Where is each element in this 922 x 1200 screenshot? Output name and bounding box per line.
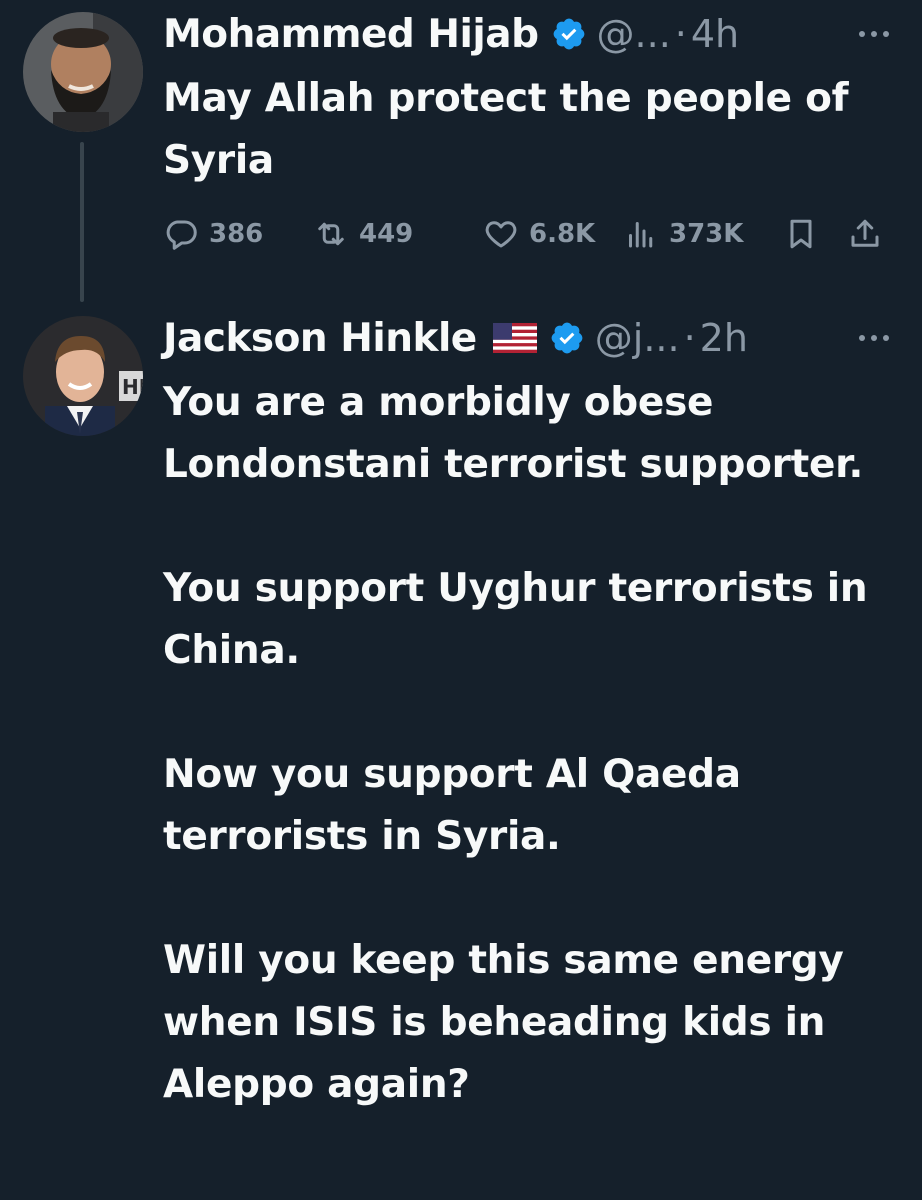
more-dots-icon[interactable] bbox=[854, 328, 894, 348]
tweet-paragraph: Will you keep this same energy when ISIS… bbox=[163, 938, 844, 1107]
retweet-count: 449 bbox=[359, 219, 414, 249]
timestamp[interactable]: 2h bbox=[700, 316, 748, 360]
avatar[interactable] bbox=[23, 12, 143, 132]
bookmark-button[interactable] bbox=[783, 216, 847, 252]
views-button[interactable]: 373K bbox=[623, 216, 783, 252]
tweet-paragraph: May Allah protect the people of Syria bbox=[163, 76, 849, 183]
user-handle[interactable]: @... bbox=[597, 12, 671, 56]
like-count: 6.8K bbox=[529, 219, 596, 249]
verified-badge-icon bbox=[551, 16, 587, 52]
retweet-icon bbox=[318, 222, 344, 246]
reply-icon bbox=[166, 220, 197, 250]
verified-badge-icon bbox=[549, 320, 585, 356]
views-chart-icon bbox=[629, 222, 653, 248]
reply-button[interactable]: 386 bbox=[163, 216, 313, 252]
heart-icon bbox=[485, 221, 517, 248]
like-button[interactable]: 6.8K bbox=[483, 216, 623, 252]
tweet-paragraph: You support Uyghur terrorists in China. bbox=[163, 566, 868, 673]
tweet-jackson-hinkle[interactable]: HB Jackson Hinkle @j... · bbox=[0, 300, 922, 1200]
svg-text:HB: HB bbox=[122, 375, 143, 399]
display-name[interactable]: Mohammed Hijab bbox=[163, 12, 539, 57]
tweet-header: Mohammed Hijab @... · 4h bbox=[163, 10, 902, 58]
tweet-paragraph: Now you support Al Qaeda terrorists in S… bbox=[163, 752, 741, 859]
separator-dot: · bbox=[683, 316, 696, 360]
tweet-actions: 386 449 6.8K 373K bbox=[163, 212, 898, 256]
display-name[interactable]: Jackson Hinkle bbox=[163, 316, 477, 361]
tweet-header: Jackson Hinkle @j... · 2h bbox=[163, 314, 902, 362]
retweet-button[interactable]: 449 bbox=[313, 216, 483, 252]
view-count: 373K bbox=[669, 219, 744, 249]
share-button[interactable] bbox=[847, 216, 887, 252]
tweet-text: You are a morbidly obese Londonstani ter… bbox=[163, 372, 892, 1116]
share-icon bbox=[851, 219, 879, 247]
thread-connector-line bbox=[80, 142, 84, 302]
more-dots-icon[interactable] bbox=[854, 24, 894, 44]
tweet-mohammed-hijab[interactable]: Mohammed Hijab @... · 4h May Allah prote… bbox=[0, 0, 922, 302]
reply-count: 386 bbox=[209, 219, 264, 249]
tweet-text: May Allah protect the people of Syria bbox=[163, 68, 892, 192]
us-flag-emoji bbox=[492, 323, 537, 353]
timestamp[interactable]: 4h bbox=[691, 12, 739, 56]
bookmark-icon bbox=[790, 219, 812, 249]
tweet-paragraph: You are a morbidly obese Londonstani ter… bbox=[163, 380, 863, 487]
avatar[interactable]: HB bbox=[23, 316, 143, 436]
user-handle[interactable]: @j... bbox=[595, 316, 680, 360]
separator-dot: · bbox=[674, 12, 687, 56]
